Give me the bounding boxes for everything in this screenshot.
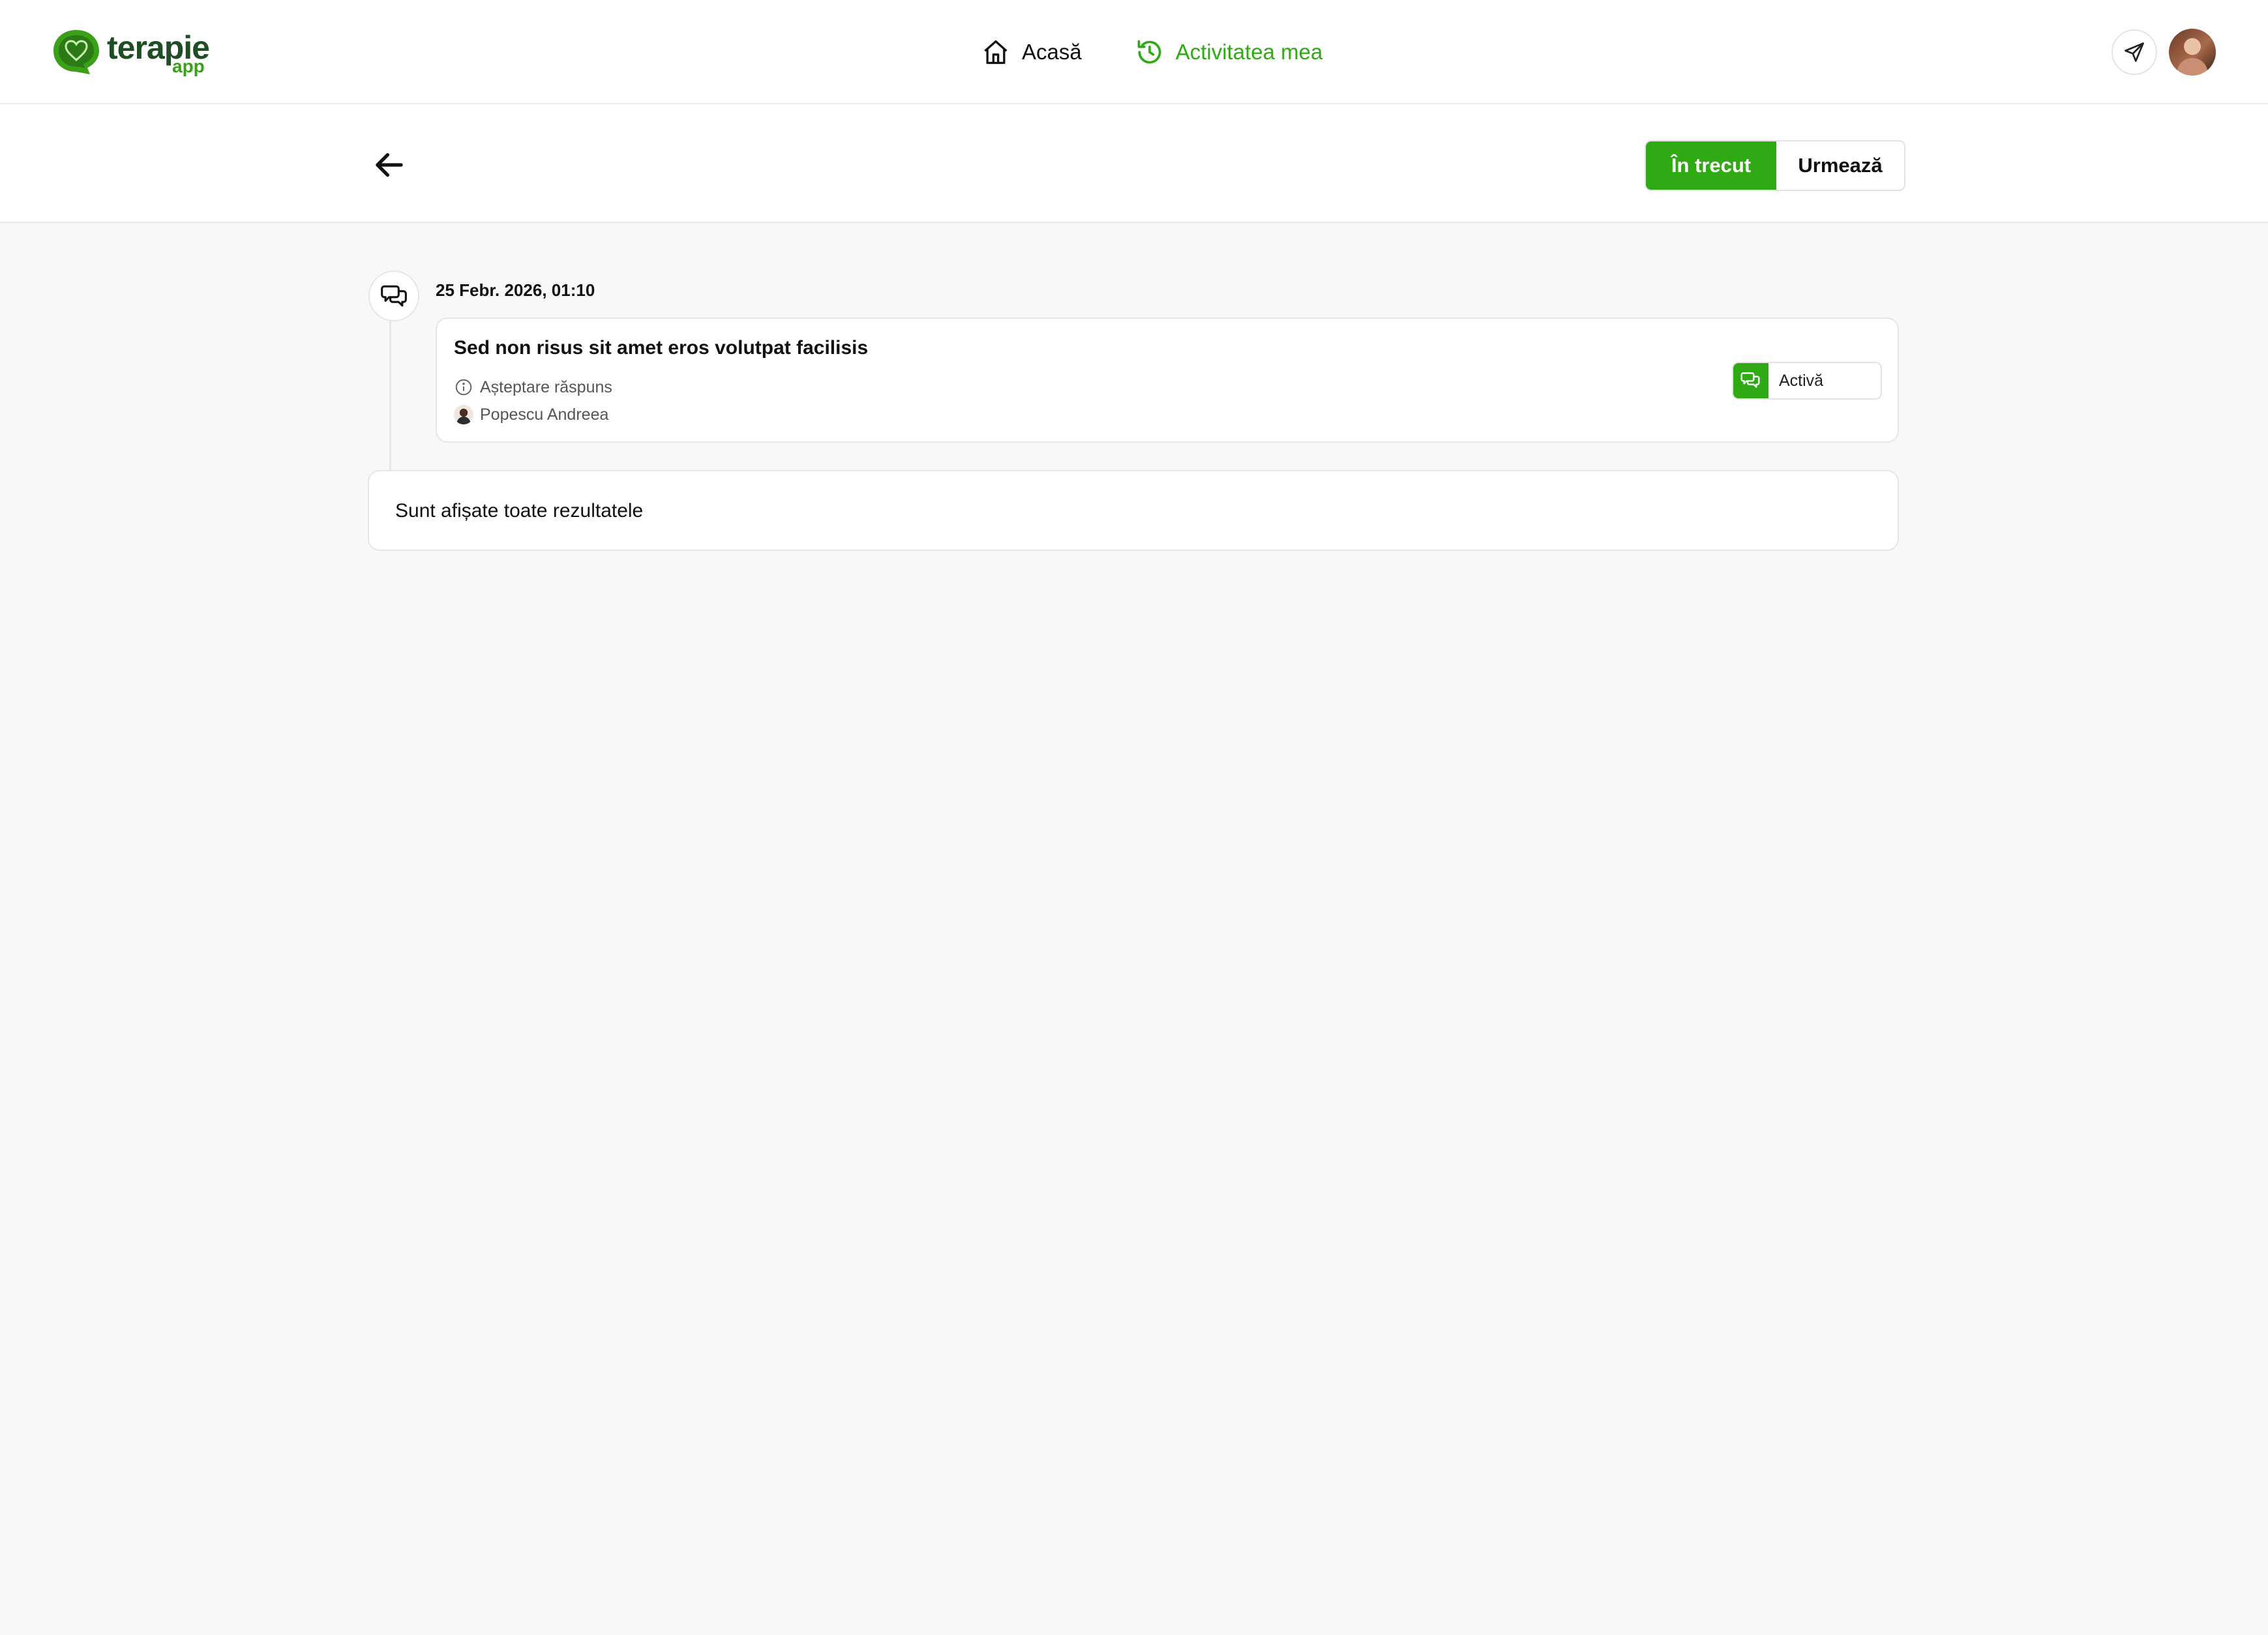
- timeline-marker: [368, 271, 419, 321]
- user-avatar[interactable]: [2169, 29, 2216, 76]
- nav-item-my-activity-label: Activitatea mea: [1175, 40, 1323, 64]
- topbar-actions: [2111, 29, 2216, 76]
- main-nav: Acasă Activitatea mea: [981, 33, 1376, 72]
- nav-item-my-activity[interactable]: Activitatea mea: [1135, 38, 1323, 66]
- activity-title: Sed non risus sit amet eros volutpat fac…: [454, 337, 869, 359]
- status-badge-label: Activă: [1779, 371, 1824, 390]
- arrow-left-icon: [376, 153, 403, 177]
- end-of-results: Sunt afișate toate rezultatele: [368, 470, 1899, 551]
- nav-item-home[interactable]: Acasă: [981, 38, 1082, 66]
- time-filter-toggle: În trecut Urmează: [1645, 140, 1905, 191]
- history-icon: [1137, 40, 1161, 64]
- chat-bubbles-icon: [381, 285, 407, 307]
- activity-card[interactable]: Sed non risus sit amet eros volutpat fac…: [436, 317, 1899, 443]
- activity-status: Așteptare răspuns: [454, 377, 612, 397]
- end-of-results-text: Sunt afișate toate rezultatele: [395, 500, 644, 522]
- sub-header: În trecut Urmează: [0, 104, 2268, 223]
- nav-item-home-label: Acasă: [1022, 40, 1082, 64]
- logo-text: terapie app: [107, 27, 224, 77]
- person-avatar: [454, 405, 473, 424]
- top-navigation-bar: terapie app Acasă Activitatea mea: [0, 0, 2268, 104]
- logo-sub: app: [172, 56, 205, 76]
- logo[interactable]: terapie app: [51, 27, 224, 77]
- logo-icon: [53, 30, 99, 74]
- activity-person-name: Popescu Andreea: [480, 405, 609, 424]
- status-badge-icon-box: [1733, 363, 1768, 398]
- filter-upcoming-button[interactable]: Urmează: [1776, 141, 1904, 190]
- chat-bubbles-icon: [1740, 372, 1760, 388]
- info-icon: [455, 379, 472, 396]
- timeline-date: 25 Febr. 2026, 01:10: [436, 280, 595, 300]
- filter-past-button[interactable]: În trecut: [1646, 141, 1776, 190]
- activity-status-text: Așteptare răspuns: [480, 377, 612, 396]
- home-icon: [984, 40, 1007, 65]
- send-button[interactable]: [2111, 29, 2157, 75]
- back-button[interactable]: [369, 145, 410, 185]
- status-badge: Activă: [1732, 362, 1882, 400]
- send-icon: [2125, 42, 2144, 62]
- activity-person: Popescu Andreea: [454, 405, 608, 424]
- timeline-line: [389, 321, 391, 470]
